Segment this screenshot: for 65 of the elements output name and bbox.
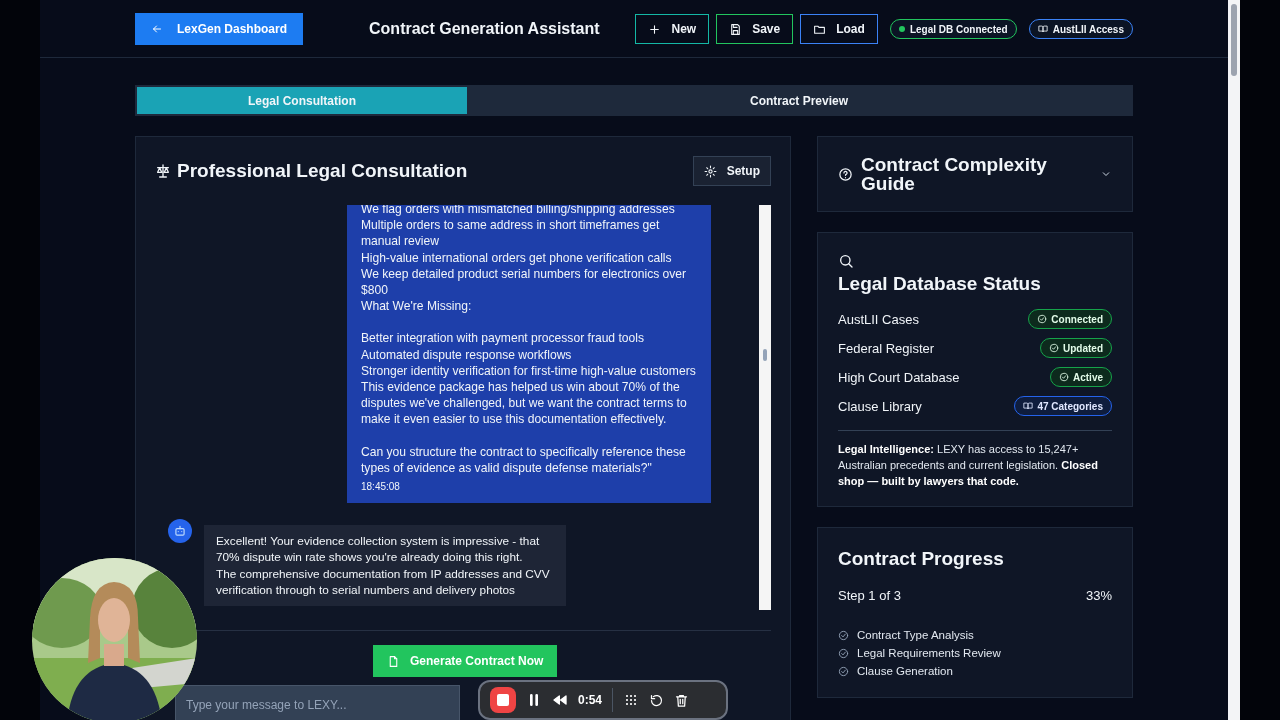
rewind-icon — [552, 692, 568, 708]
info-note: Legal Intelligence: LEXY has access to 15,247+ Australian precedents and current legislation. Closed shop — built by lawyers that code. — [838, 442, 1099, 489]
message-line: Better integration with payment processor fraud tools — [361, 330, 645, 347]
step-label: Step 1 of 3 — [838, 588, 901, 603]
plus-icon — [648, 22, 662, 36]
book-icon — [1037, 24, 1048, 34]
card-title: Contract Progress — [838, 548, 1005, 570]
source-name: Federal Register — [838, 340, 935, 356]
card-title: Legal Database Status — [838, 273, 1042, 295]
source-name: Clause Library — [838, 398, 922, 414]
card-title: Contract Complexity Guide — [861, 155, 1048, 193]
tab[interactable]: Contract Preview — [467, 87, 1131, 114]
restart-icon — [649, 692, 665, 708]
message-line: What We're Missing: — [361, 298, 473, 315]
message-line: The comprehensive documentation from IP addresses and CVV verification through to serial numbers and delivery photos — [216, 565, 551, 598]
bot-icon — [173, 524, 187, 539]
message-line: Automated dispute response workflows — [361, 346, 573, 363]
check-circle-icon — [1049, 343, 1059, 353]
settings-icon — [703, 164, 717, 178]
check-circle-icon — [838, 665, 849, 677]
message-input[interactable]: Type your message to LEXY... — [175, 685, 460, 720]
check-circle-icon — [838, 647, 849, 659]
trash-icon — [674, 692, 690, 708]
status-badge: Updated — [1040, 338, 1112, 358]
step-item: Clause Generation — [857, 665, 953, 677]
message-time: 18:45:08 — [361, 481, 400, 492]
check-circle-icon — [1037, 314, 1048, 324]
back-arrow-icon — [151, 23, 163, 35]
check-circle-icon — [838, 629, 849, 641]
recording-time: 0:54 — [578, 693, 603, 707]
scrollbar[interactable] — [1228, 0, 1240, 720]
message-line: Can you structure the contract to specifically reference these types of evidence as valid dispute defense materials?" — [361, 443, 687, 476]
scales-icon — [155, 163, 171, 179]
toolbar-button[interactable]: Save — [716, 14, 794, 44]
source-name: High Court Database — [838, 369, 960, 385]
message-line: This evidence package has helped us win about 70% of the disputes we've challenged, but we want the contract terms to make it even easier to use this documentation effectively. — [361, 378, 688, 428]
message-line: Stronger identity verification for first-time high-value customers — [361, 362, 697, 379]
status-badge: Active — [1050, 367, 1112, 387]
step-item: Legal Requirements Review — [857, 647, 1001, 659]
status-badge: Legal DB Connected — [889, 19, 1017, 39]
source-name: AustLII Cases — [838, 311, 919, 327]
check-circle-icon — [1059, 372, 1069, 382]
scrollbar[interactable] — [759, 205, 771, 610]
message-line: We keep detailed product serial numbers for electronics over $800 — [361, 265, 688, 299]
message-line: High-value international orders get phone verification calls — [361, 249, 673, 266]
toolbar-button[interactable]: Load — [800, 14, 878, 44]
message-line: Multiple orders to same address in short timeframes get manual review — [361, 217, 661, 250]
message-line: We flag orders with mismatched billing/shipping addresses — [361, 205, 676, 218]
save-icon — [729, 22, 743, 36]
setup-button[interactable]: Setup — [692, 156, 771, 186]
book-icon — [1023, 401, 1034, 411]
page-title: Contract Generation Assistant — [369, 20, 600, 38]
percent-label: 33% — [1085, 588, 1112, 603]
search-icon — [838, 253, 854, 269]
step-item: Contract Type Analysis — [857, 629, 974, 641]
status-badge: Connected — [1028, 309, 1112, 329]
toolbar-button[interactable]: New — [635, 14, 710, 44]
status-badge: 47 Categories — [1014, 396, 1112, 416]
panel-title: Professional Legal Consultation — [177, 160, 468, 182]
dashboard-button[interactable]: LexGen Dashboard — [135, 13, 304, 45]
help-icon — [838, 166, 853, 182]
stop-button[interactable] — [490, 687, 516, 713]
document-icon — [387, 654, 400, 668]
message-line: Excellent! Your evidence collection system is impressive - that 70% dispute win rate shows you're already doing this right. — [216, 533, 541, 566]
status-badge: AustLII Access — [1028, 19, 1133, 39]
